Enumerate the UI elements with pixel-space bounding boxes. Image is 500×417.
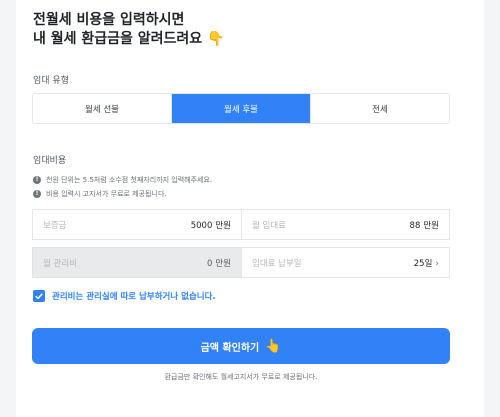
monthly-rent-field-label: 월 임대료 (252, 220, 286, 231)
payment-day-value: 25일 (413, 258, 433, 269)
rent-type-option-postpaid[interactable]: 월세 후불 (171, 94, 310, 123)
rent-cost-note-1: ! 천원 단위는 5.5처럼 소수점 첫째자리까지 입력해주세요. (33, 175, 212, 185)
page-headline: 전월세 비용을 입력하시면 내 월세 환급금을 알려드려요 👇 (33, 11, 225, 49)
maintenance-separate-checkbox-row[interactable]: 관리비는 관리실에 따로 납부하거나 없습니다. (33, 290, 216, 302)
footnote: 환급금만 확인해도 월세고지서가 무료로 제공됩니다. (164, 373, 318, 381)
maintenance-fee-field-value: 0 만원 (207, 257, 231, 269)
checkmark-icon (35, 292, 43, 299)
payment-day-field[interactable]: 임대료 납부일 25일 › (241, 247, 450, 278)
deposit-field-label: 보증금 (43, 220, 67, 231)
rent-type-option-jeonse[interactable]: 전세 (310, 94, 449, 123)
headline-line-1: 전월세 비용을 입력하시면 (33, 12, 185, 28)
headline-line-2-text: 내 월세 환급금을 알려드려요 (33, 31, 203, 47)
chevron-right-icon: › (435, 258, 439, 269)
maintenance-fee-field-label: 월 관리비 (43, 258, 77, 269)
rent-cost-label: 임대비용 (33, 156, 67, 166)
rent-type-option-prepaid[interactable]: 월세 선불 (33, 94, 171, 123)
rent-type-selector: 월세 선불 월세 후불 전세 (32, 93, 450, 124)
check-amount-button-label: 금액 확인하기 (200, 342, 260, 354)
rent-type-label: 임대 유형 (33, 76, 69, 86)
rent-cost-note-2-text: 비용 입력시 고지서가 무료로 제공됩니다. (46, 190, 167, 198)
deposit-field[interactable]: 보증금 5000 만원 (32, 209, 242, 240)
maintenance-separate-checkbox-label: 관리비는 관리실에 따로 납부하거나 없습니다. (52, 292, 216, 302)
deposit-unit: 만원 (215, 220, 231, 231)
monthly-rent-unit: 만원 (423, 220, 439, 231)
pointing-hand-icon: 👆 (265, 338, 282, 354)
maintenance-fee-field[interactable]: 월 관리비 0 만원 (32, 247, 242, 278)
info-icon: ! (33, 190, 41, 198)
rent-cost-note-1-text: 천원 단위는 5.5처럼 소수점 첫째자리까지 입력해주세요. (46, 176, 213, 184)
payment-day-field-value: 25일 › (414, 257, 439, 269)
deposit-field-value: 5000 만원 (191, 219, 231, 231)
pointing-down-icon: 👇 (207, 31, 225, 47)
rent-cost-note-2: ! 비용 입력시 고지서가 무료로 제공됩니다. (33, 189, 167, 199)
info-icon: ! (33, 176, 41, 184)
rent-refund-form: 전월세 비용을 입력하시면 내 월세 환급금을 알려드려요 👇 임대 유형 월세… (16, 0, 484, 417)
monthly-rent-field[interactable]: 월 임대료 88 만원 (241, 209, 450, 240)
monthly-rent-amount: 88 (409, 220, 421, 231)
check-amount-button[interactable]: 금액 확인하기 👆 (32, 328, 450, 364)
payment-day-field-label: 임대료 납부일 (252, 258, 302, 269)
monthly-rent-field-value: 88 만원 (410, 219, 439, 231)
maintenance-fee-unit: 만원 (215, 258, 231, 269)
maintenance-fee-amount: 0 (206, 258, 213, 269)
headline-line-2: 내 월세 환급금을 알려드려요 👇 (33, 30, 225, 49)
maintenance-separate-checkbox[interactable] (33, 290, 45, 302)
deposit-amount: 5000 (190, 220, 213, 231)
